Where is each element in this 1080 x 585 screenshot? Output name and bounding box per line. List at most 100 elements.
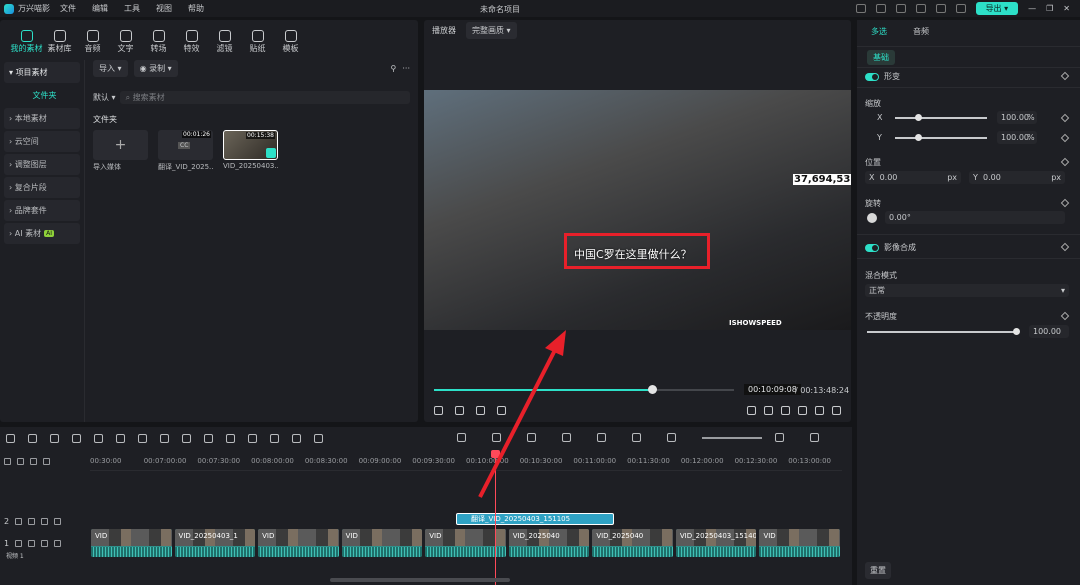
export-button[interactable]: 导出 ▾ — [975, 2, 1019, 15]
crop-icon[interactable] — [160, 433, 169, 443]
render-icon[interactable] — [457, 433, 466, 442]
eye-icon[interactable] — [41, 540, 49, 547]
select-icon[interactable] — [28, 433, 37, 443]
filter-icon[interactable]: ⚲ — [391, 64, 397, 73]
menu-file[interactable]: 文件 — [60, 3, 76, 14]
lock-icon[interactable] — [54, 518, 62, 525]
scale-y-slider[interactable] — [895, 137, 987, 139]
audio-icon[interactable] — [28, 540, 36, 547]
grid-icon[interactable] — [955, 4, 966, 13]
sidebar-local[interactable]: › 本地素材 — [4, 108, 80, 129]
cut-icon[interactable] — [116, 433, 125, 443]
snap-icon[interactable] — [43, 458, 50, 465]
subtitle-text[interactable]: 中国C罗在这里做什么？ — [574, 246, 692, 262]
play-circle-icon[interactable] — [492, 433, 501, 442]
playhead[interactable] — [495, 450, 496, 585]
rotate-field[interactable]: 0.00° — [885, 211, 1065, 224]
save-icon[interactable] — [875, 4, 886, 13]
menu-edit[interactable]: 编辑 — [92, 3, 108, 14]
pos-y-field[interactable]: Y 0.00 px — [969, 171, 1065, 184]
basic-tab[interactable]: 基础 — [867, 50, 895, 65]
zoom-slider[interactable] — [702, 437, 762, 439]
tab-audio-prop[interactable]: 音频 — [913, 26, 929, 42]
ai-icon[interactable] — [270, 433, 279, 443]
video-clip[interactable]: VID_20250403_1 — [174, 529, 256, 557]
mark-in-icon[interactable] — [747, 406, 756, 415]
tab-effects[interactable]: 特效 — [175, 26, 208, 54]
zoom-in-icon[interactable] — [775, 433, 784, 442]
audio-icon[interactable] — [28, 518, 36, 525]
video-clip[interactable]: VID — [425, 529, 506, 557]
search-input[interactable]: ⌕ 搜索素材 — [119, 91, 410, 104]
playhead-handle[interactable] — [491, 450, 500, 458]
timeline-scrollbar[interactable] — [330, 578, 510, 582]
video-clip[interactable]: VID — [258, 529, 339, 557]
media-item-translated[interactable]: 00:01:26 CC 翻译_VID_2025... — [158, 130, 213, 172]
record-dropdown[interactable]: ◉ 录制 ▾ — [133, 60, 178, 77]
opacity-knob[interactable] — [1013, 328, 1020, 335]
color-icon[interactable] — [204, 433, 213, 443]
fullscreen-icon[interactable] — [832, 406, 841, 415]
video-clip[interactable]: VID_20250403_15140S — [675, 529, 757, 557]
menu-view[interactable]: 视图 — [156, 3, 172, 14]
timeline-ruler[interactable]: 00:30:00 00:07:00:00 00:07:30:00 00:08:00:0… — [90, 455, 842, 471]
sort-dropdown[interactable]: 默认 ▾ — [93, 92, 116, 103]
cart-icon[interactable] — [935, 4, 946, 13]
tab-stock[interactable]: 素材库 — [43, 26, 76, 54]
redo-icon[interactable] — [72, 433, 81, 443]
video-clip[interactable]: VID — [91, 529, 172, 557]
sidebar-project-media[interactable]: ▾ 项目素材 — [4, 62, 80, 83]
pos-x-field[interactable]: X 0.00 px — [865, 171, 961, 184]
tab-multi[interactable]: 多选 — [871, 26, 887, 42]
video-clip[interactable]: VID_2025040 — [592, 529, 673, 557]
folder-icon[interactable] — [15, 540, 23, 547]
more-icon[interactable]: ··· — [402, 64, 410, 73]
scale-x-knob[interactable] — [915, 114, 922, 121]
subtitle-clip[interactable]: 翻译_VID_20250403_151105 — [456, 513, 614, 525]
timer-icon[interactable] — [292, 433, 301, 443]
progress-knob[interactable] — [648, 385, 657, 394]
tab-stickers[interactable]: 贴纸 — [241, 26, 274, 54]
layout-icon[interactable] — [6, 433, 15, 443]
mask-icon[interactable] — [226, 433, 235, 443]
sidebar-cloud[interactable]: › 云空间 — [4, 131, 80, 152]
media-item-video[interactable]: 00:15:38 VID_20250403... — [223, 130, 278, 172]
scale-x-slider[interactable] — [895, 117, 987, 119]
sidebar-brand[interactable]: › 品牌套件 — [4, 200, 80, 221]
tab-my-media[interactable]: 我的素材 — [10, 26, 43, 54]
opacity-slider[interactable] — [867, 331, 1017, 333]
mic-icon[interactable] — [562, 433, 571, 442]
tab-audio[interactable]: 音频 — [76, 26, 109, 54]
minimize-icon[interactable]: — — [1028, 4, 1036, 13]
restore-icon[interactable]: ❐ — [1046, 4, 1053, 13]
step-back-icon[interactable] — [434, 406, 443, 415]
volume-icon[interactable] — [815, 406, 824, 415]
lock-icon[interactable] — [54, 540, 62, 547]
tab-templates[interactable]: 模板 — [274, 26, 307, 54]
video-preview[interactable]: 37,694,53 ISHOWSPEED — [424, 90, 852, 330]
compositing-toggle[interactable] — [865, 243, 879, 252]
video-clip[interactable]: VID_2025040 — [508, 529, 590, 557]
menu-tools[interactable]: 工具 — [124, 3, 140, 14]
speed-icon[interactable] — [182, 433, 191, 443]
opacity-field[interactable]: 100.00 — [1029, 325, 1069, 338]
caption-icon[interactable] — [597, 433, 606, 442]
sidebar-folder[interactable]: 文件夹 — [4, 85, 80, 106]
mark-out-icon[interactable] — [764, 406, 773, 415]
tab-transition[interactable]: 转场 — [142, 26, 175, 54]
transform-toggle[interactable] — [865, 72, 879, 81]
folder-icon[interactable] — [15, 518, 23, 525]
monitor-icon[interactable] — [855, 4, 866, 13]
play-loop-icon[interactable] — [455, 406, 464, 415]
mask-brush-icon[interactable] — [248, 433, 257, 443]
magnet-icon[interactable] — [30, 458, 37, 465]
play-icon[interactable] — [476, 406, 485, 415]
link-icon[interactable] — [17, 458, 24, 465]
add-track-icon[interactable] — [4, 458, 11, 465]
eye-icon[interactable] — [41, 518, 49, 525]
delete-icon[interactable] — [94, 433, 103, 443]
snapshot-icon[interactable] — [798, 406, 807, 415]
cloud-icon[interactable] — [895, 4, 906, 13]
close-icon[interactable]: ✕ — [1063, 4, 1070, 13]
reset-button[interactable]: 重置 — [865, 562, 891, 579]
